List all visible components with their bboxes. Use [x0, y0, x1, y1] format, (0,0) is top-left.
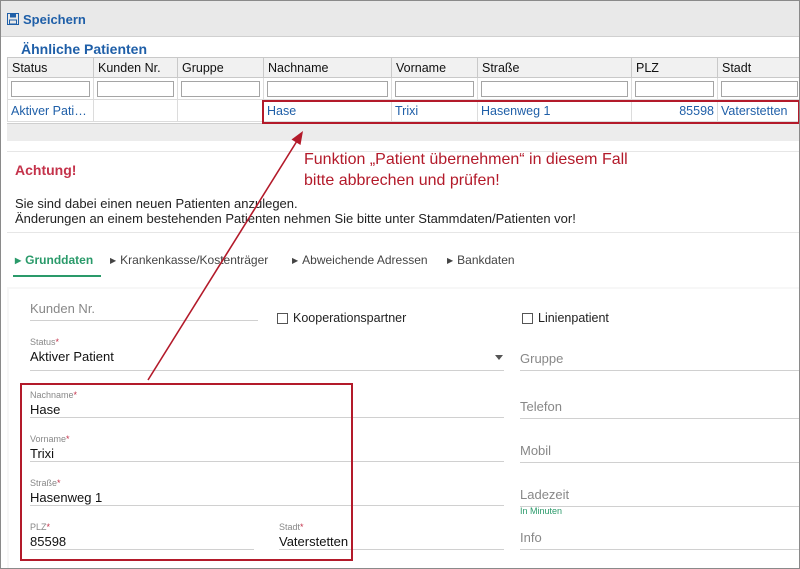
filter-nachname-input[interactable] — [267, 80, 388, 97]
save-button[interactable]: Speichern — [7, 10, 86, 28]
status-label: Status — [30, 337, 56, 347]
floppy-disk-icon — [7, 13, 19, 25]
filter-stadt-input[interactable] — [721, 80, 798, 97]
status-select[interactable]: Status* Aktiver Patient — [30, 337, 504, 371]
tab-bar: ▶ Grunddaten ▶ Krankenkasse/Kostenträger… — [7, 247, 799, 277]
column-header-nachname[interactable]: Nachname — [263, 57, 392, 78]
checkbox-box — [277, 312, 288, 324]
info-placeholder: Info — [520, 530, 542, 545]
column-header-status[interactable]: Status — [7, 57, 94, 78]
active-tab-indicator — [13, 275, 101, 277]
row-highlight-box — [262, 100, 799, 124]
info-field[interactable]: Info — [520, 530, 799, 550]
column-header-gruppe[interactable]: Gruppe — [177, 57, 264, 78]
tab-label: Abweichende Adressen — [302, 253, 428, 267]
tab-krankenkasse[interactable]: ▶ Krankenkasse/Kostenträger — [110, 253, 268, 267]
gruppe-placeholder: Gruppe — [520, 351, 564, 366]
cell-kunden-nr — [93, 99, 178, 122]
required-mark: * — [55, 337, 60, 347]
kooperationspartner-checkbox[interactable]: Kooperationspartner — [277, 311, 406, 325]
ladezeit-field[interactable]: Ladezeit — [520, 487, 799, 507]
filter-kunden-nr-input[interactable] — [97, 80, 174, 97]
caret-right-icon: ▶ — [15, 255, 22, 265]
filter-plz-input[interactable] — [635, 80, 714, 97]
column-header-kunden-nr[interactable]: Kunden Nr. — [93, 57, 178, 78]
table-filter-row — [7, 77, 799, 100]
telefon-placeholder: Telefon — [520, 399, 562, 414]
ladezeit-placeholder: Ladezeit — [520, 487, 570, 502]
toolbar: Speichern — [1, 1, 799, 37]
caret-right-icon: ▶ — [292, 255, 299, 265]
cell-gruppe — [177, 99, 264, 122]
filter-status-input[interactable] — [11, 80, 90, 97]
tab-label: Grunddaten — [25, 253, 94, 267]
kunden-nr-field[interactable]: Kunden Nr. — [30, 301, 258, 321]
cell-status: Aktiver Patient — [7, 99, 94, 122]
linienpatient-checkbox[interactable]: Linienpatient — [522, 311, 609, 325]
tab-label: Krankenkasse/Kostenträger — [120, 253, 269, 267]
caret-right-icon: ▶ — [447, 255, 454, 265]
warning-text-line2: Änderungen an einem bestehenden Patiente… — [15, 211, 576, 226]
ladezeit-hint-wrap: In Minuten — [520, 506, 562, 516]
filter-gruppe-input[interactable] — [181, 80, 260, 97]
warning-text-line1: Sie sind dabei einen neuen Patienten anz… — [15, 196, 298, 211]
kunden-nr-placeholder: Kunden Nr. — [30, 301, 96, 316]
annotation-line1: Funktion „Patient übernehmen“ in diesem … — [304, 151, 628, 168]
window: Speichern Ähnliche Patienten Status Kund… — [0, 0, 800, 569]
tab-label: Bankdaten — [457, 253, 515, 267]
warning-title: Achtung! — [15, 162, 77, 178]
tab-abweichende-adressen[interactable]: ▶ Abweichende Adressen — [292, 253, 428, 267]
filter-vorname-input[interactable] — [395, 80, 474, 97]
annotation-note: Funktion „Patient übernehmen“ in diesem … — [304, 149, 628, 191]
mobil-field[interactable]: Mobil — [520, 443, 799, 463]
similar-patients-panel: Ähnliche Patienten Status Kunden Nr. Gru… — [7, 39, 799, 143]
filter-strasse-input[interactable] — [481, 80, 628, 97]
fields-highlight-box — [20, 383, 353, 561]
column-header-strasse[interactable]: Straße — [477, 57, 632, 78]
table-footer — [7, 123, 799, 141]
linienpatient-label: Linienpatient — [538, 311, 609, 325]
status-value: Aktiver Patient — [30, 349, 114, 364]
table-header-row: Status Kunden Nr. Gruppe Nachname Vornam… — [7, 57, 799, 78]
ladezeit-hint: In Minuten — [520, 506, 563, 516]
save-label: Speichern — [23, 11, 86, 27]
chevron-down-icon[interactable] — [495, 355, 503, 360]
column-header-stadt[interactable]: Stadt — [717, 57, 799, 78]
checkbox-box — [522, 312, 533, 324]
tab-bankdaten[interactable]: ▶ Bankdaten — [447, 253, 515, 267]
telefon-field[interactable]: Telefon — [520, 399, 799, 419]
annotation-line2: bitte abbrechen und prüfen! — [304, 172, 500, 189]
tab-grunddaten[interactable]: ▶ Grunddaten — [15, 253, 93, 267]
column-header-plz[interactable]: PLZ — [631, 57, 718, 78]
caret-right-icon: ▶ — [110, 255, 117, 265]
column-header-vorname[interactable]: Vorname — [391, 57, 478, 78]
kooperationspartner-label: Kooperationspartner — [293, 311, 407, 325]
gruppe-field[interactable]: Gruppe — [520, 351, 799, 371]
mobil-placeholder: Mobil — [520, 443, 552, 458]
similar-patients-title: Ähnliche Patienten — [21, 41, 148, 57]
